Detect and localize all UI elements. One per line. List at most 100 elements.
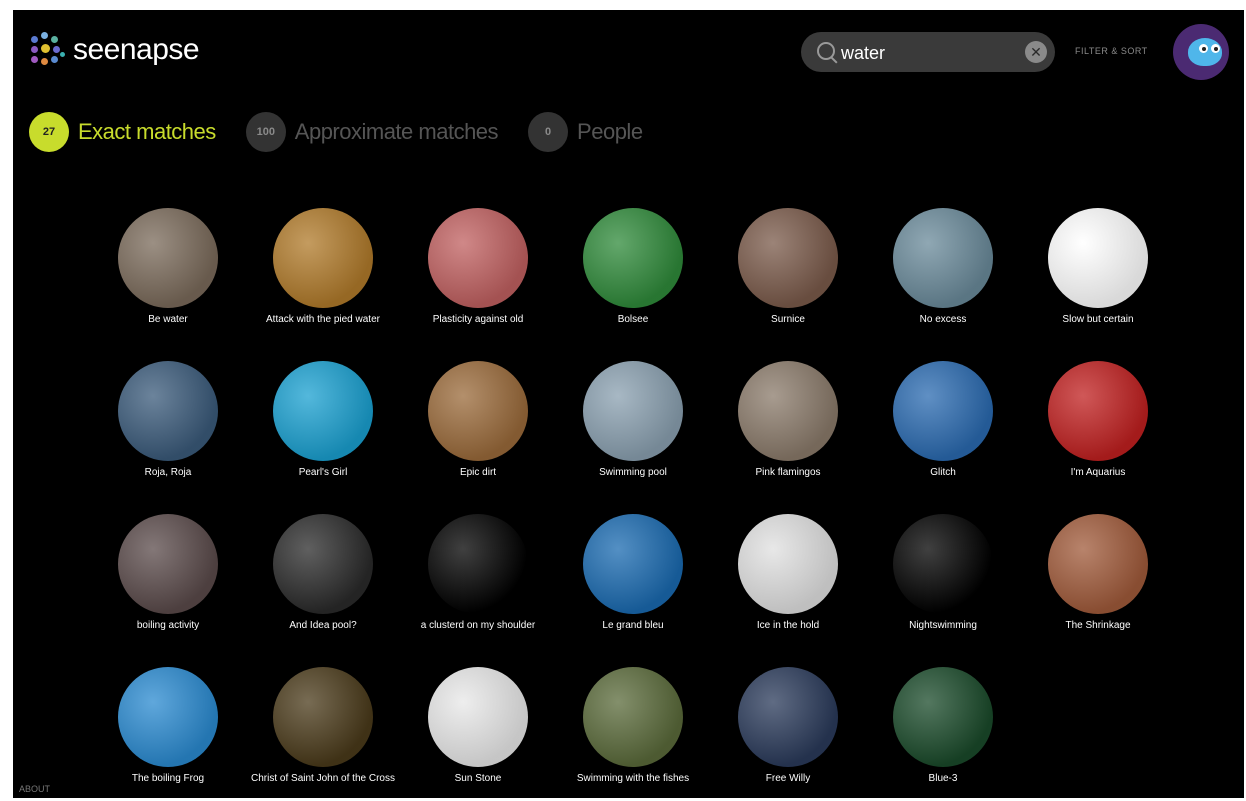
- result-title: Pink flamingos: [755, 467, 821, 478]
- result-card[interactable]: Swimming with the fishes: [558, 667, 708, 798]
- result-thumbnail[interactable]: [428, 361, 528, 461]
- app-window: seenapse ✕ FILTER & SORT 27 Exact matche…: [13, 10, 1244, 798]
- result-thumbnail[interactable]: [428, 208, 528, 308]
- result-card[interactable]: Plasticity against old: [403, 208, 553, 358]
- result-thumbnail[interactable]: [738, 514, 838, 614]
- filter-sort-link[interactable]: FILTER & SORT: [1075, 46, 1148, 56]
- result-card[interactable]: Attack with the pied water: [248, 208, 398, 358]
- tab-count-badge: 0: [528, 112, 569, 152]
- result-card[interactable]: No excess: [868, 208, 1018, 358]
- result-thumbnail[interactable]: [273, 208, 373, 308]
- result-card[interactable]: And Idea pool?: [248, 514, 398, 664]
- result-card[interactable]: Bolsee: [558, 208, 708, 358]
- result-card[interactable]: Ice in the hold: [713, 514, 863, 664]
- result-thumbnail[interactable]: [738, 208, 838, 308]
- tab-count-badge: 27: [29, 112, 69, 152]
- tab-count-badge: 100: [245, 112, 286, 152]
- result-title: I'm Aquarius: [1070, 467, 1126, 478]
- result-title: Swimming with the fishes: [576, 773, 690, 784]
- clear-icon[interactable]: ✕: [1025, 41, 1047, 63]
- result-card[interactable]: Swimming pool: [558, 361, 708, 511]
- result-card[interactable]: Surnice: [713, 208, 863, 358]
- result-card[interactable]: Le grand bleu: [558, 514, 708, 664]
- result-card[interactable]: Roja, Roja: [93, 361, 243, 511]
- result-card[interactable]: The Shrinkage: [1023, 514, 1173, 664]
- tab-label: People: [577, 119, 643, 144]
- result-title: Pearl's Girl: [298, 467, 348, 478]
- tab-label: Approximate matches: [294, 119, 499, 144]
- result-title: Le grand bleu: [602, 620, 664, 631]
- result-card[interactable]: Slow but certain: [1023, 208, 1173, 358]
- result-title: Glitch: [930, 467, 956, 478]
- result-thumbnail[interactable]: [583, 208, 683, 308]
- result-title: Be water: [148, 314, 188, 325]
- result-thumbnail[interactable]: [118, 208, 218, 308]
- result-title: Roja, Roja: [144, 467, 192, 478]
- avatar[interactable]: [1173, 24, 1229, 80]
- result-thumbnail[interactable]: [273, 514, 373, 614]
- result-thumbnail[interactable]: [583, 667, 683, 767]
- search-bar[interactable]: ✕: [801, 32, 1055, 72]
- result-title: Plasticity against old: [432, 314, 524, 325]
- tab-people[interactable]: 0 People: [528, 112, 643, 152]
- result-card[interactable]: Pink flamingos: [713, 361, 863, 511]
- result-thumbnail[interactable]: [738, 361, 838, 461]
- result-title: No excess: [919, 314, 967, 325]
- search-input[interactable]: [839, 38, 1013, 68]
- result-title: Ice in the hold: [756, 620, 820, 631]
- result-thumbnail[interactable]: [738, 667, 838, 767]
- result-title: Sun Stone: [454, 773, 502, 784]
- result-thumbnail[interactable]: [118, 667, 218, 767]
- tab-label: Exact matches: [78, 119, 216, 144]
- result-card[interactable]: Free Willy: [713, 667, 863, 798]
- result-title: The boiling Frog: [131, 773, 205, 784]
- result-thumbnail[interactable]: [1048, 208, 1148, 308]
- result-thumbnail[interactable]: [893, 514, 993, 614]
- result-card[interactable]: The boiling Frog: [93, 667, 243, 798]
- result-card[interactable]: Glitch: [868, 361, 1018, 511]
- result-title: The Shrinkage: [1065, 620, 1131, 631]
- result-thumbnail[interactable]: [893, 208, 993, 308]
- result-card[interactable]: Sun Stone: [403, 667, 553, 798]
- tab-approximate-matches[interactable]: 100 Approximate matches: [245, 112, 499, 152]
- result-thumbnail[interactable]: [273, 361, 373, 461]
- result-card[interactable]: boiling activity: [93, 514, 243, 664]
- result-title: Christ of Saint John of the Cross: [251, 773, 395, 784]
- result-thumbnail[interactable]: [428, 514, 528, 614]
- result-card[interactable]: Blue-3: [868, 667, 1018, 798]
- result-thumbnail[interactable]: [118, 361, 218, 461]
- logo-text: seenapse: [73, 33, 200, 66]
- result-thumbnail[interactable]: [583, 514, 683, 614]
- search-icon: [817, 42, 835, 60]
- result-card[interactable]: Nightswimming: [868, 514, 1018, 664]
- result-title: Nightswimming: [909, 620, 977, 631]
- result-thumbnail[interactable]: [428, 667, 528, 767]
- result-thumbnail[interactable]: [583, 361, 683, 461]
- tab-exact-matches[interactable]: 27 Exact matches: [29, 112, 216, 152]
- result-card[interactable]: Pearl's Girl: [248, 361, 398, 511]
- result-card[interactable]: I'm Aquarius: [1023, 361, 1173, 511]
- result-thumbnail[interactable]: [893, 667, 993, 767]
- about-link[interactable]: ABOUT: [19, 784, 50, 794]
- result-card[interactable]: Christ of Saint John of the Cross: [248, 667, 398, 798]
- result-title: Attack with the pied water: [266, 314, 380, 325]
- result-title: Bolsee: [617, 314, 649, 325]
- result-title: Slow but certain: [1062, 314, 1134, 325]
- result-thumbnail[interactable]: [893, 361, 993, 461]
- result-thumbnail[interactable]: [118, 514, 218, 614]
- logo[interactable]: seenapse: [31, 30, 200, 70]
- result-card[interactable]: a clusterd on my shoulder: [403, 514, 553, 664]
- result-tabs: 27 Exact matches 100 Approximate matches…: [29, 112, 673, 152]
- result-card[interactable]: Epic dirt: [403, 361, 553, 511]
- logo-dots-icon: [31, 32, 67, 68]
- result-thumbnail[interactable]: [273, 667, 373, 767]
- result-title: And Idea pool?: [289, 620, 357, 631]
- result-title: boiling activity: [136, 620, 200, 631]
- result-title: Epic dirt: [459, 467, 497, 478]
- result-thumbnail[interactable]: [1048, 361, 1148, 461]
- result-thumbnail[interactable]: [1048, 514, 1148, 614]
- result-title: Swimming pool: [599, 467, 667, 478]
- result-title: a clusterd on my shoulder: [420, 620, 536, 631]
- result-title: Free Willy: [765, 773, 811, 784]
- result-card[interactable]: Be water: [93, 208, 243, 358]
